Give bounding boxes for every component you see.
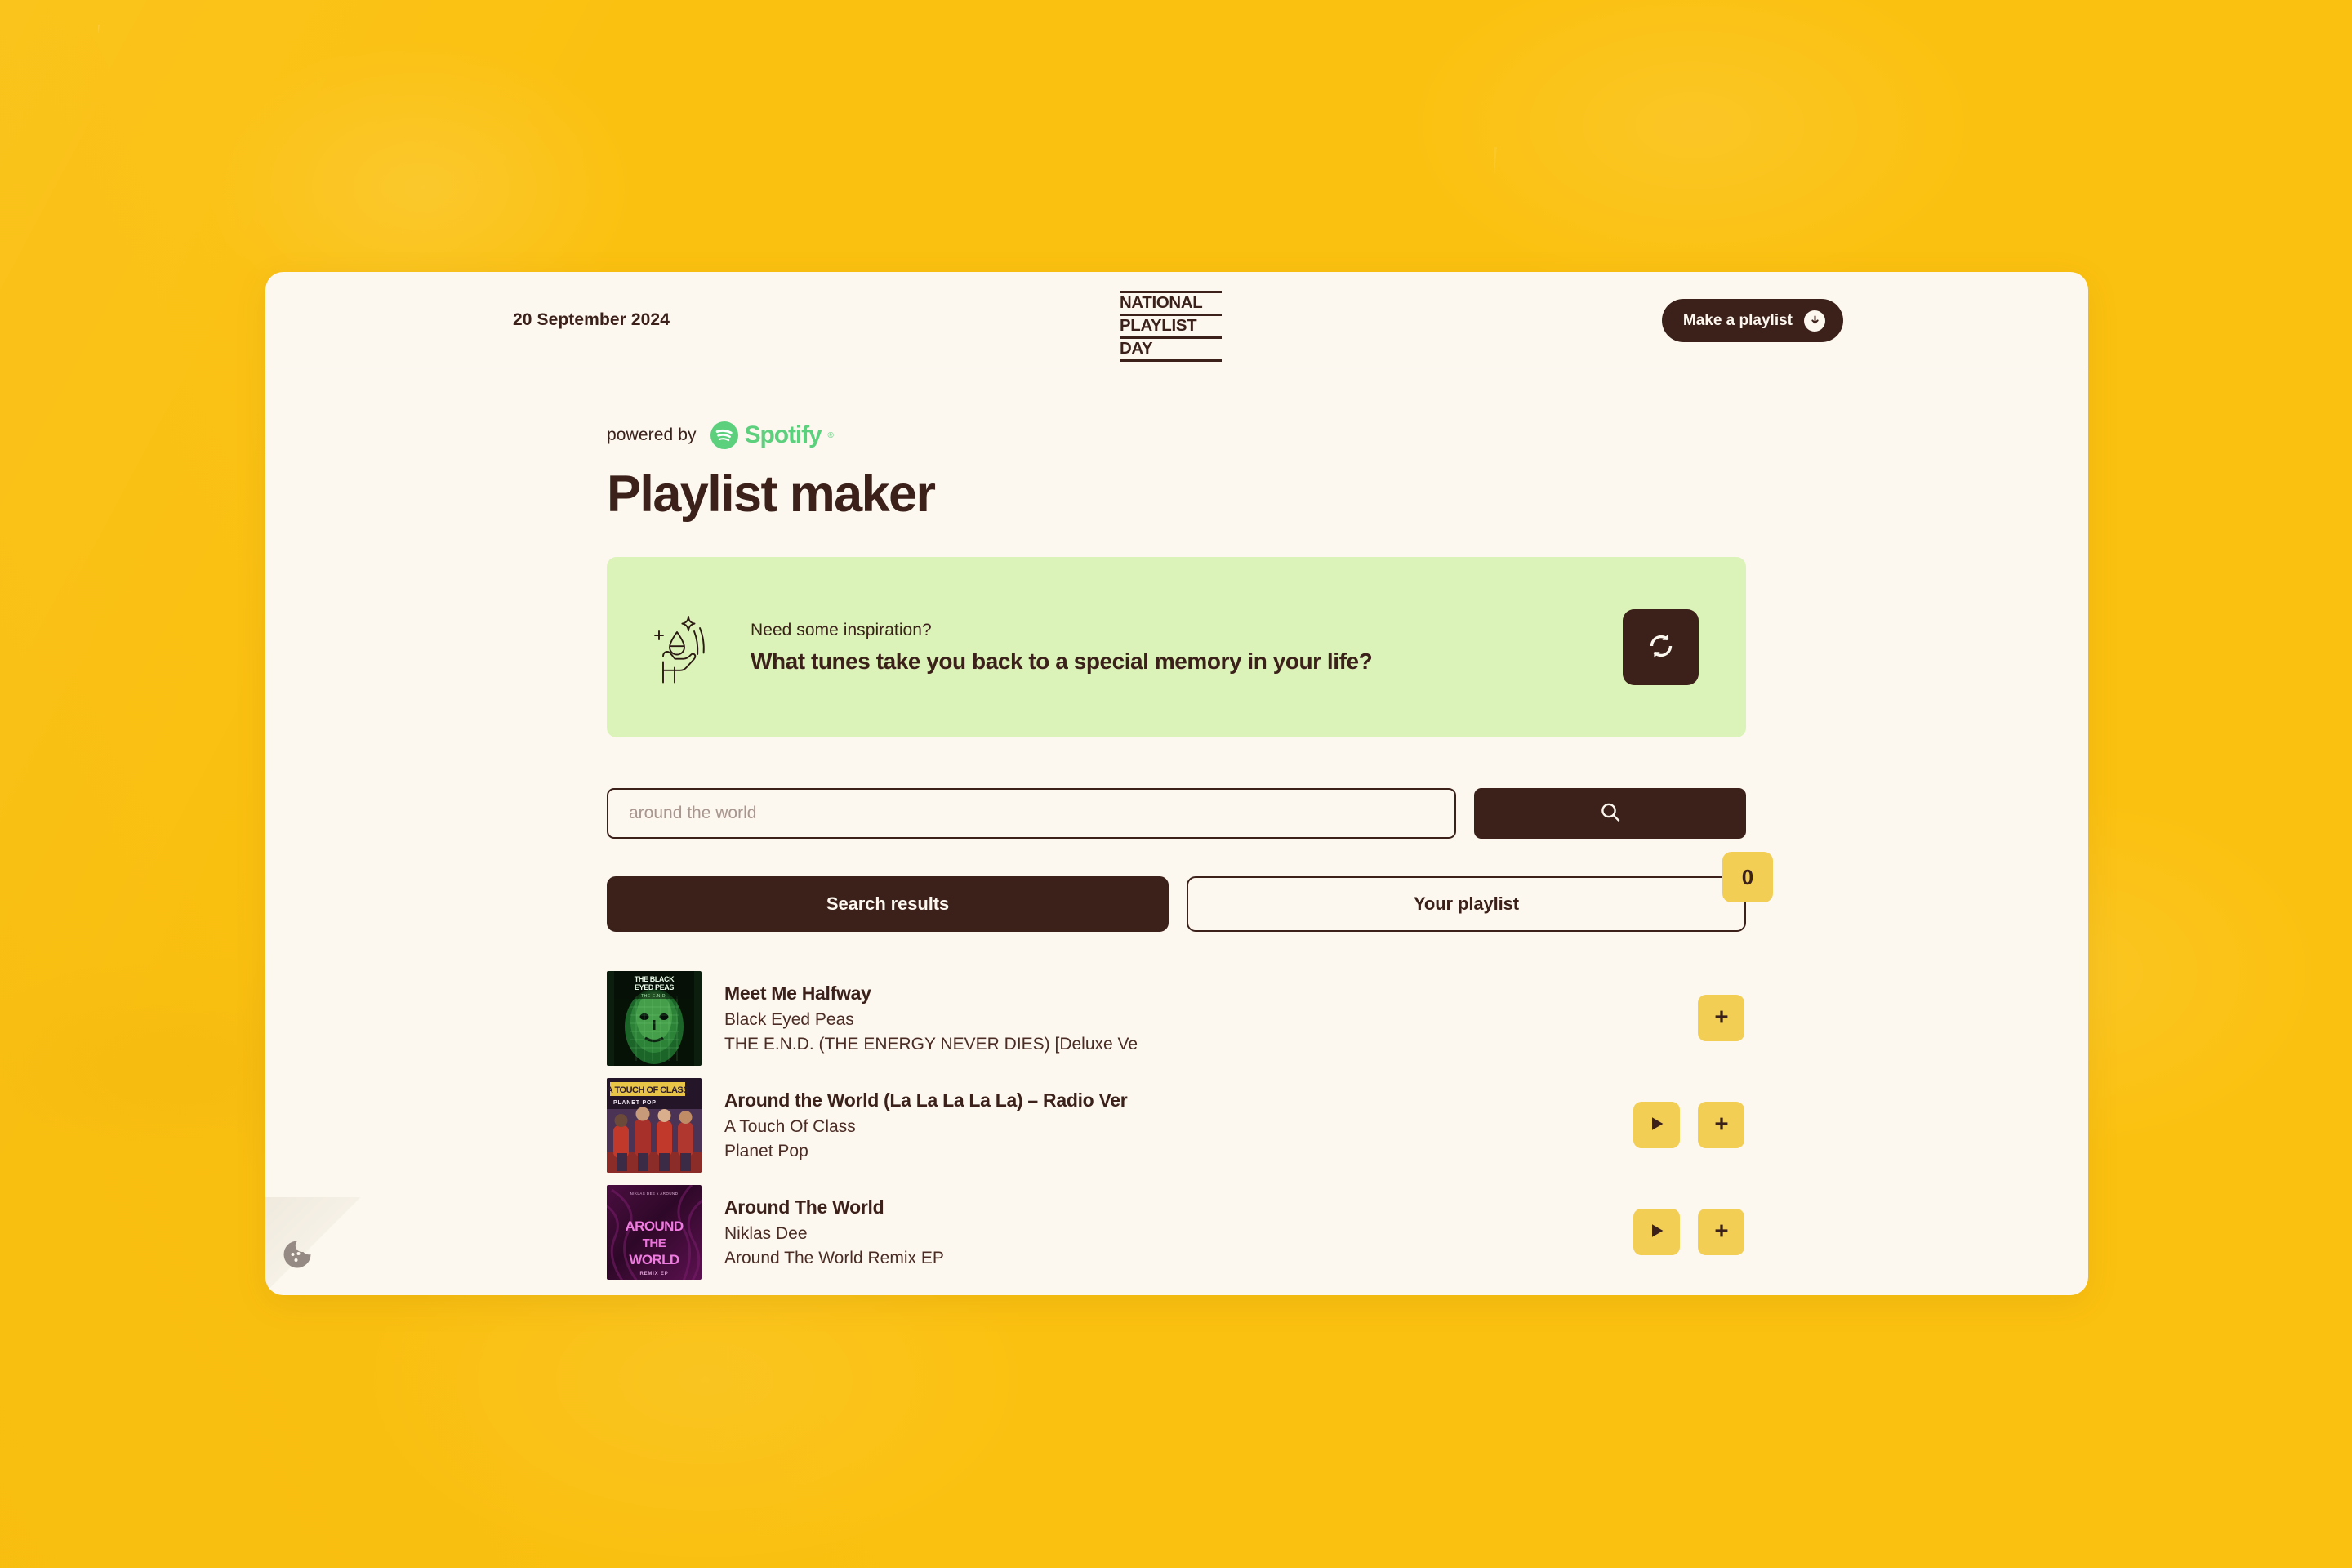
search-input[interactable]	[607, 788, 1456, 840]
track-artist: Niklas Dee	[724, 1223, 808, 1243]
tab-search-results-label: Search results	[826, 893, 950, 915]
app-window: 20 September 2024 NATIONAL PLAYLIST DAY …	[265, 272, 2088, 1295]
svg-text:NIKLAS DEE x AROUND: NIKLAS DEE x AROUND	[630, 1192, 679, 1196]
track-album: THE E.N.D. (THE ENERGY NEVER DIES) [Delu…	[724, 1034, 1138, 1054]
track-artist: Black Eyed Peas	[724, 1009, 854, 1029]
album-art: THE BLACK EYED PEAS THE E.N.D.	[607, 970, 702, 1066]
page-fold	[265, 1197, 363, 1295]
tab-search-results[interactable]: Search results	[607, 876, 1169, 933]
make-a-playlist-button[interactable]: Make a playlist	[1661, 299, 1843, 342]
logo-word-national: NATIONAL	[1120, 294, 1203, 312]
cookie-icon	[281, 1241, 314, 1273]
refresh-prompt-button[interactable]	[1623, 609, 1699, 686]
make-a-playlist-label: Make a playlist	[1682, 311, 1793, 329]
track-list: THE BLACK EYED PEAS THE E.N.D. Meet Me H…	[607, 964, 1746, 1285]
track-title: Around The World	[724, 1196, 884, 1218]
svg-text:AROUND: AROUND	[625, 1218, 683, 1234]
refresh-icon	[1646, 630, 1677, 664]
spotify-wordmark: Spotify	[744, 421, 822, 448]
spotify-registered-mark: ®	[827, 430, 834, 440]
track-album: Planet Pop	[724, 1141, 808, 1160]
track-actions	[1633, 1102, 1746, 1149]
track-meta: Meet Me Halfway Black Eyed Peas THE E.N.…	[724, 982, 1610, 1054]
hand-holding-idea-icon	[653, 610, 723, 685]
search-submit-button[interactable]	[1474, 788, 1746, 840]
search-icon	[1598, 800, 1623, 827]
album-art: NIKLAS DEE x AROUND AROUND THE WORLD REM…	[607, 1184, 702, 1280]
inspiration-kicker: Need some inspiration?	[751, 620, 932, 639]
play-preview-button[interactable]	[1633, 1209, 1680, 1256]
play-icon	[1648, 1115, 1666, 1135]
tab-row: Search results Your playlist 0	[607, 852, 1773, 933]
svg-text:THE: THE	[643, 1236, 666, 1250]
spotify-icon	[710, 421, 738, 449]
inspiration-text: Need some inspiration? What tunes take y…	[751, 621, 1595, 675]
plus-icon	[1713, 1115, 1731, 1135]
content-column: powered by Spotify ® Playlist maker Need…	[607, 368, 1773, 1285]
inspiration-question: What tunes take you back to a special me…	[751, 648, 1373, 674]
playlist-count-badge: 0	[1722, 852, 1773, 903]
plus-icon	[1713, 1222, 1731, 1242]
track-title: Around the World (La La La La La) – Radi…	[724, 1089, 1128, 1111]
search-row	[607, 788, 1746, 840]
tab-your-playlist-label: Your playlist	[1413, 893, 1520, 915]
svg-text:A TOUCH OF CLASS: A TOUCH OF CLASS	[607, 1085, 688, 1095]
page-title: Playlist maker	[607, 466, 936, 523]
logo-word-playlist: PLAYLIST	[1120, 317, 1197, 335]
track-row: NIKLAS DEE x AROUND AROUND THE WORLD REM…	[607, 1178, 1746, 1285]
powered-by-label: powered by	[607, 425, 697, 444]
cookie-settings-button[interactable]	[281, 1238, 314, 1271]
svg-text:PLANET POP: PLANET POP	[613, 1100, 657, 1106]
powered-by-spotify: powered by Spotify ®	[607, 421, 1746, 449]
album-art: A TOUCH OF CLASS PLANET POP	[607, 1077, 702, 1173]
play-preview-button[interactable]	[1633, 1102, 1680, 1149]
track-actions	[1633, 995, 1746, 1042]
site-header: 20 September 2024 NATIONAL PLAYLIST DAY …	[265, 272, 2088, 368]
svg-text:THE BLACK: THE BLACK	[635, 975, 675, 983]
add-to-playlist-button[interactable]	[1698, 1209, 1744, 1256]
track-meta: Around the World (La La La La La) – Radi…	[724, 1089, 1610, 1161]
cookie-corner	[265, 1197, 363, 1295]
track-artist: A Touch Of Class	[724, 1116, 856, 1136]
svg-text:WORLD: WORLD	[629, 1252, 679, 1267]
national-playlist-day-logo[interactable]: NATIONAL PLAYLIST DAY	[1120, 291, 1222, 362]
inspiration-banner: Need some inspiration? What tunes take y…	[607, 557, 1746, 738]
track-meta: Around The World Niklas Dee Around The W…	[724, 1196, 1610, 1268]
track-row: A TOUCH OF CLASS PLANET POP Around the W…	[607, 1071, 1746, 1178]
logo-word-day: DAY	[1120, 340, 1153, 358]
header-date: 20 September 2024	[513, 310, 670, 329]
download-arrow-icon	[1804, 310, 1825, 332]
track-title: Meet Me Halfway	[724, 982, 871, 1004]
logo-rule-bottom	[1120, 359, 1222, 362]
play-icon	[1648, 1222, 1666, 1242]
add-to-playlist-button[interactable]	[1698, 1102, 1744, 1149]
tab-your-playlist[interactable]: Your playlist	[1187, 876, 1746, 933]
plus-icon	[1713, 1008, 1731, 1028]
track-album: Around The World Remix EP	[724, 1248, 944, 1267]
spotify-logo[interactable]: Spotify ®	[710, 421, 834, 449]
track-actions	[1633, 1209, 1746, 1256]
track-row: THE BLACK EYED PEAS THE E.N.D. Meet Me H…	[607, 964, 1746, 1071]
svg-text:THE E.N.D.: THE E.N.D.	[641, 994, 667, 999]
add-to-playlist-button[interactable]	[1698, 995, 1744, 1042]
svg-text:EYED PEAS: EYED PEAS	[635, 983, 674, 991]
svg-text:REMIX EP: REMIX EP	[639, 1272, 668, 1276]
